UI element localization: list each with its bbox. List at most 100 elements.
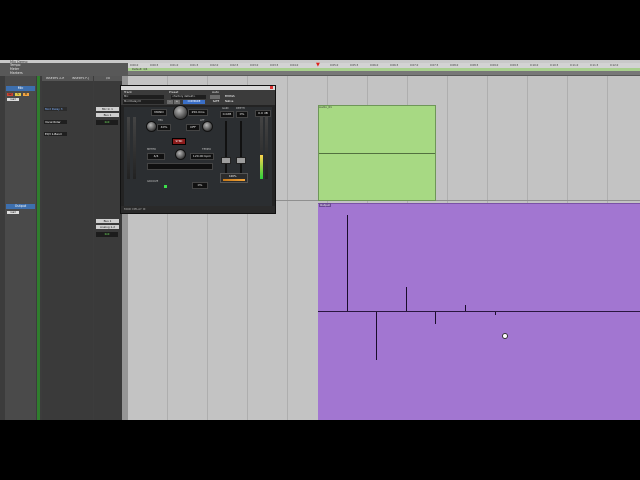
insert-slot-eq3[interactable]: EQ3 1-Band <box>44 132 67 136</box>
waveform-spike <box>495 312 496 315</box>
inserts-f-j-header: INSERTS F-J <box>68 76 93 81</box>
groove-led <box>164 185 167 188</box>
timeline-tick: 0:02.5 <box>230 64 239 67</box>
volume-readout[interactable]: 0.0 <box>96 120 118 125</box>
track-controls-column: Mic rec S M read Output read <box>5 76 36 420</box>
ruler-label-markers[interactable]: Markers <box>10 71 23 75</box>
waveform-spike <box>406 287 407 311</box>
timeline-tick: 0:07.0 <box>410 64 419 67</box>
gain-label: GAIN <box>222 107 229 110</box>
track-selector[interactable]: Mic <box>123 95 164 99</box>
depth-fader[interactable] <box>240 121 242 173</box>
gain-fader[interactable] <box>225 121 227 173</box>
timeline-tick: 0:10.0 <box>530 64 539 67</box>
groove-label: GROOVE <box>147 180 159 183</box>
track-name-mic[interactable]: Mic <box>6 86 35 91</box>
timeline-tick: 0:05.0 <box>330 64 339 67</box>
native-button[interactable]: Native <box>225 100 243 104</box>
lpf-readout[interactable]: OFF <box>186 124 200 131</box>
feedback-knob[interactable] <box>146 121 157 132</box>
daw-window: Mix Demo Tempo Meter Markers 0:00.0 0:00… <box>0 60 640 420</box>
io-column: I/O Mic In 1 Bus 1 0.0 Bus 1 Analog 1-2 … <box>94 76 122 420</box>
timeline-tick: 0:12.0 <box>610 64 619 67</box>
timeline-tick: 0:03.0 <box>250 64 259 67</box>
auto-button[interactable] <box>210 95 220 99</box>
timeline-tick: 0:10.5 <box>550 64 559 67</box>
preset-label: Preset <box>169 90 179 94</box>
plugin-name: MOD DELAY III <box>124 207 146 211</box>
insert-selector[interactable]: Mod Delay III <box>123 100 164 104</box>
preset-plus-button[interactable]: + <box>174 100 180 104</box>
inserts-a-e-column: INSERTS A-E Mod Delay 3 Vocal Rider EQ3 … <box>42 76 68 420</box>
groove-readout[interactable]: 0% <box>192 182 208 189</box>
mod-delay-panel: 0.0 dB MONO 250.0ms FBK 40% LPF OFF GAIN… <box>124 105 272 206</box>
auto-label: Auto <box>212 90 219 94</box>
inserts-a-e-header: INSERTS A-E <box>42 76 68 81</box>
track-name-output[interactable]: Output <box>6 204 35 209</box>
timeline-tick: 0:02.0 <box>210 64 219 67</box>
timeline-tick: 0:07.5 <box>430 64 439 67</box>
timeline-tick: 0:00.5 <box>150 64 159 67</box>
tempo-label: TEMPO <box>202 148 212 151</box>
safe-button[interactable]: SAFE <box>210 100 222 104</box>
output-selector[interactable]: Analog 1-2 <box>96 225 119 229</box>
depth-readout[interactable]: 0% <box>236 111 248 118</box>
timeline-tick: 0:06.0 <box>370 64 379 67</box>
tempo-knob[interactable] <box>175 149 186 160</box>
mix-bar <box>223 179 245 181</box>
output-level-readout[interactable]: 0.0 dB <box>255 110 271 117</box>
depth-fader-cap[interactable] <box>236 157 246 164</box>
timeline-tick: 0:03.5 <box>270 64 279 67</box>
timeline-tick: 0:01.5 <box>190 64 199 67</box>
clip-centerline <box>319 153 435 154</box>
preset-selector[interactable]: <factory default> <box>171 95 206 99</box>
gain-fader-cap[interactable] <box>221 157 231 164</box>
mix-control[interactable]: 100% <box>220 173 248 183</box>
automation-mode-select[interactable]: read <box>7 211 19 214</box>
input-meter <box>133 117 136 179</box>
audio-clip-label: Audio_01 <box>319 105 332 109</box>
feedback-readout[interactable]: 40% <box>157 124 171 131</box>
solo-button[interactable]: S <box>15 93 21 96</box>
audio-clip[interactable] <box>318 105 436 201</box>
waveform-spike <box>376 312 377 360</box>
timeline-tick: 0:06.5 <box>390 64 399 67</box>
delay-time-readout[interactable]: 250.0ms <box>188 109 208 116</box>
timeline-tick: 0:11.5 <box>590 64 599 67</box>
waveform-spike <box>347 215 348 311</box>
output-meter-level <box>260 155 263 179</box>
insert-slot-vocal-rider[interactable]: Vocal Rider <box>44 120 67 124</box>
mute-button[interactable]: M <box>23 93 29 96</box>
waveform-spike <box>465 305 466 311</box>
bypass-button[interactable]: BYPASS <box>225 95 247 99</box>
plugin-footer: MOD DELAY III <box>121 206 275 213</box>
plugin-header: Track Preset Auto Mic Mod Delay III <fac… <box>121 90 275 105</box>
sync-button[interactable]: SYNC <box>172 138 186 145</box>
automation-mode-select[interactable]: read <box>7 98 19 101</box>
compare-button[interactable]: COMPARE <box>183 100 205 104</box>
marker-lane[interactable] <box>128 71 640 75</box>
timeline-tick: 0:00.0 <box>130 64 139 67</box>
record-button[interactable]: rec <box>7 93 13 96</box>
input-selector[interactable]: Mic In 1 <box>96 107 119 111</box>
track-label: Track <box>124 90 132 94</box>
close-icon[interactable] <box>270 86 273 89</box>
lpf-knob[interactable] <box>202 121 213 132</box>
input-meter <box>127 117 130 179</box>
input-selector[interactable]: Bus 1 <box>96 219 119 223</box>
meter-readout[interactable]: 4/4 <box>147 153 165 160</box>
output-selector[interactable]: Bus 1 <box>96 113 119 117</box>
insert-slot-mod-delay[interactable]: Mod Delay 3 <box>44 107 67 111</box>
volume-readout[interactable]: 0.0 <box>96 232 118 237</box>
note-value-selector[interactable] <box>147 163 213 170</box>
hand-cursor-icon <box>502 333 508 339</box>
ruler-area: Tempo Meter Markers 0:00.0 0:00.5 0:01.0… <box>0 63 640 76</box>
tempo-readout[interactable]: 120.00 bpm <box>190 153 214 160</box>
track-color-strip <box>37 76 40 420</box>
mode-selector[interactable]: MONO <box>151 109 167 116</box>
gain-readout[interactable]: 0.0dB <box>220 111 234 118</box>
timeline-tick: 0:09.0 <box>490 64 499 67</box>
preset-minus-button[interactable]: - <box>167 100 173 104</box>
timeline-tick: 0:01.0 <box>170 64 179 67</box>
delay-time-knob[interactable] <box>173 105 188 120</box>
